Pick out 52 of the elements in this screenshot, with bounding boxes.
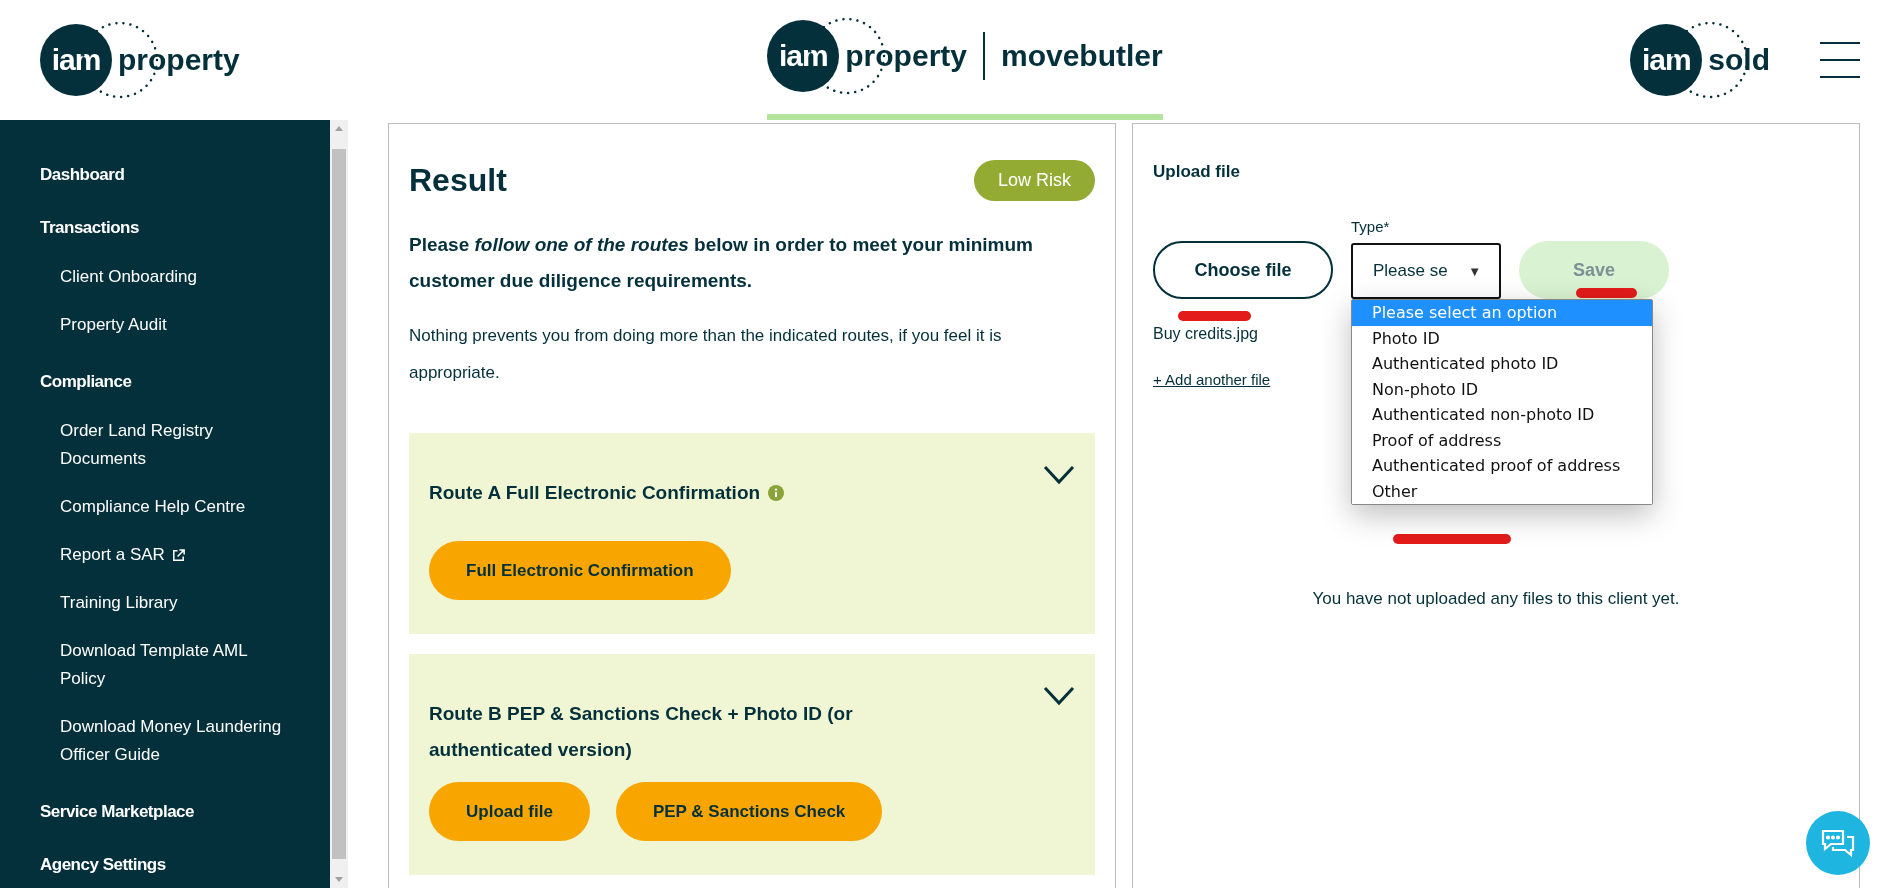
- scrollbar[interactable]: [330, 120, 348, 888]
- add-file-link[interactable]: + Add another file: [1153, 371, 1271, 388]
- sidebar-link[interactable]: Training Library: [60, 589, 290, 617]
- logo-badge: iam: [767, 20, 840, 92]
- route-title: Route B PEP & Sanctions Check + Photo ID (or authenticated version): [429, 702, 854, 762]
- partner-logo-text: movebutler: [983, 32, 1163, 80]
- sidebar-section-link[interactable]: Dashboard: [40, 165, 330, 185]
- dropdown-option[interactable]: Authenticated proof of address: [1352, 453, 1652, 479]
- instruction-text: Please follow one of the routes below in order to meet your minimum customer due diligence requirements.: [409, 233, 1034, 293]
- upload-title: Upload file: [1153, 162, 1241, 182]
- route-action-button[interactable]: PEP & Sanctions Check: [615, 782, 883, 841]
- dropdown-option[interactable]: Proof of address: [1352, 427, 1652, 453]
- type-select[interactable]: Please se ▼: [1351, 243, 1501, 299]
- chat-bubbles-icon: [1819, 827, 1857, 859]
- sidebar-link[interactable]: Compliance Help Centre: [60, 493, 290, 521]
- menu-button[interactable]: [1820, 42, 1860, 78]
- route-action-button[interactable]: Upload file: [429, 782, 590, 841]
- note-text: Nothing prevents you from doing more than the indicated routes, if you feel it is appropriate.: [409, 325, 1003, 384]
- sidebar-link[interactable]: Report a SAR: [60, 541, 290, 569]
- empty-message: You have not uploaded any files to this client yet.: [1311, 589, 1681, 609]
- route-action-button[interactable]: Full Electronic Confirmation: [429, 541, 731, 600]
- logo-badge: iam: [1630, 24, 1703, 96]
- sidebar-section-link[interactable]: Transactions: [40, 218, 330, 238]
- sidebar-link[interactable]: Download Money Laundering Officer Guide: [60, 713, 290, 769]
- sidebar-link[interactable]: Order Land Registry Documents: [60, 417, 290, 473]
- dropdown-option[interactable]: Photo ID: [1352, 325, 1652, 351]
- external-link-icon: [170, 547, 186, 563]
- dropdown-option[interactable]: Non-photo ID: [1352, 376, 1652, 402]
- logo-text: property: [118, 43, 240, 77]
- info-icon: [768, 485, 785, 501]
- file-name: Buy credits.jpg: [1153, 325, 1258, 343]
- chevron-down-icon[interactable]: [1043, 686, 1075, 706]
- highlight-mark: [1576, 288, 1637, 298]
- choose-file-button[interactable]: Choose file: [1153, 241, 1333, 299]
- sidebar-section-link[interactable]: Agency Settings: [40, 855, 330, 875]
- route-title: Route A Full Electronic Confirmation: [429, 475, 785, 511]
- sidebar-link[interactable]: Property Audit: [60, 311, 290, 339]
- sidebar-section-link[interactable]: Service Marketplace: [40, 802, 330, 822]
- result-title: Result: [409, 162, 507, 199]
- logo-badge: iam: [40, 24, 112, 96]
- dropdown-option[interactable]: Authenticated photo ID: [1352, 351, 1652, 377]
- sidebar-link[interactable]: Download Template AML Policy: [60, 637, 290, 693]
- type-label: Type*: [1351, 218, 1391, 235]
- dropdown-option[interactable]: Authenticated non-photo ID: [1352, 402, 1652, 428]
- logo-text: property: [845, 39, 967, 73]
- logo-text: sold: [1708, 43, 1770, 77]
- risk-badge: Low Risk: [973, 160, 1095, 201]
- chevron-down-icon[interactable]: [1043, 465, 1075, 485]
- caret-icon: ▼: [1468, 263, 1481, 279]
- sidebar-section-link[interactable]: Compliance: [40, 372, 330, 392]
- sidebar-link[interactable]: Client Onboarding: [60, 263, 290, 291]
- dropdown-option[interactable]: Other: [1352, 478, 1652, 504]
